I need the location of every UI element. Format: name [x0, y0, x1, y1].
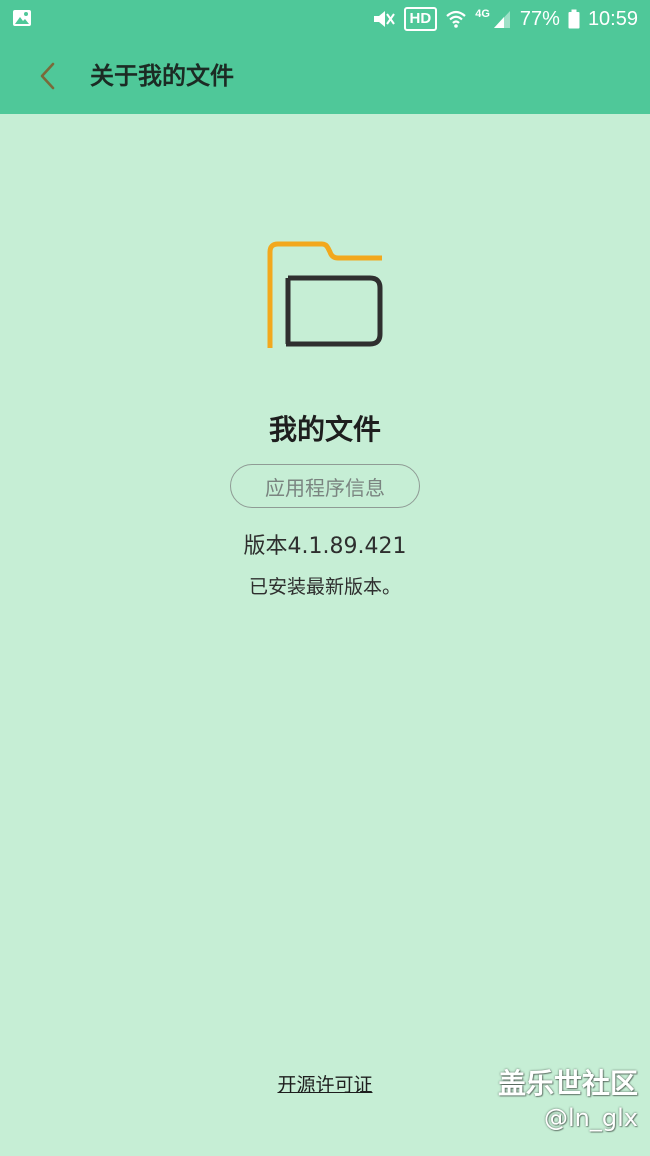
- watermark-community: 盖乐世社区: [497, 1067, 638, 1100]
- mute-icon: [373, 11, 395, 27]
- update-status: 已安装最新版本。: [248, 576, 401, 598]
- chevron-left-icon: [40, 62, 55, 90]
- image-icon: [13, 10, 31, 26]
- wifi-icon: [446, 10, 466, 28]
- network-type: 4G: [475, 8, 490, 20]
- watermark: 盖乐世社区 @ln_glx: [498, 1066, 638, 1134]
- clock: 10:59: [587, 7, 638, 30]
- watermark-user: @ln_glx: [544, 1104, 638, 1132]
- app-name: 我的文件: [268, 413, 381, 446]
- status-bar: HD 4G 77% 10:59: [0, 0, 650, 38]
- hd-badge: HD: [403, 7, 438, 31]
- back-button[interactable]: [28, 56, 68, 96]
- open-source-license-link[interactable]: 开源许可证: [277, 1074, 372, 1096]
- app-info-button[interactable]: 应用程序信息: [230, 464, 420, 508]
- battery-icon: [568, 9, 580, 29]
- folder-icon: [267, 241, 383, 348]
- status-left: [12, 9, 32, 31]
- page-title: 关于我的文件: [90, 62, 234, 90]
- signal-icon: [493, 11, 510, 28]
- version-text: 版本4.1.89.421: [243, 534, 407, 559]
- app-bar: 关于我的文件: [0, 38, 650, 114]
- battery-percent: 77%: [519, 7, 560, 30]
- status-right: HD 4G 77% 10:59: [372, 0, 638, 38]
